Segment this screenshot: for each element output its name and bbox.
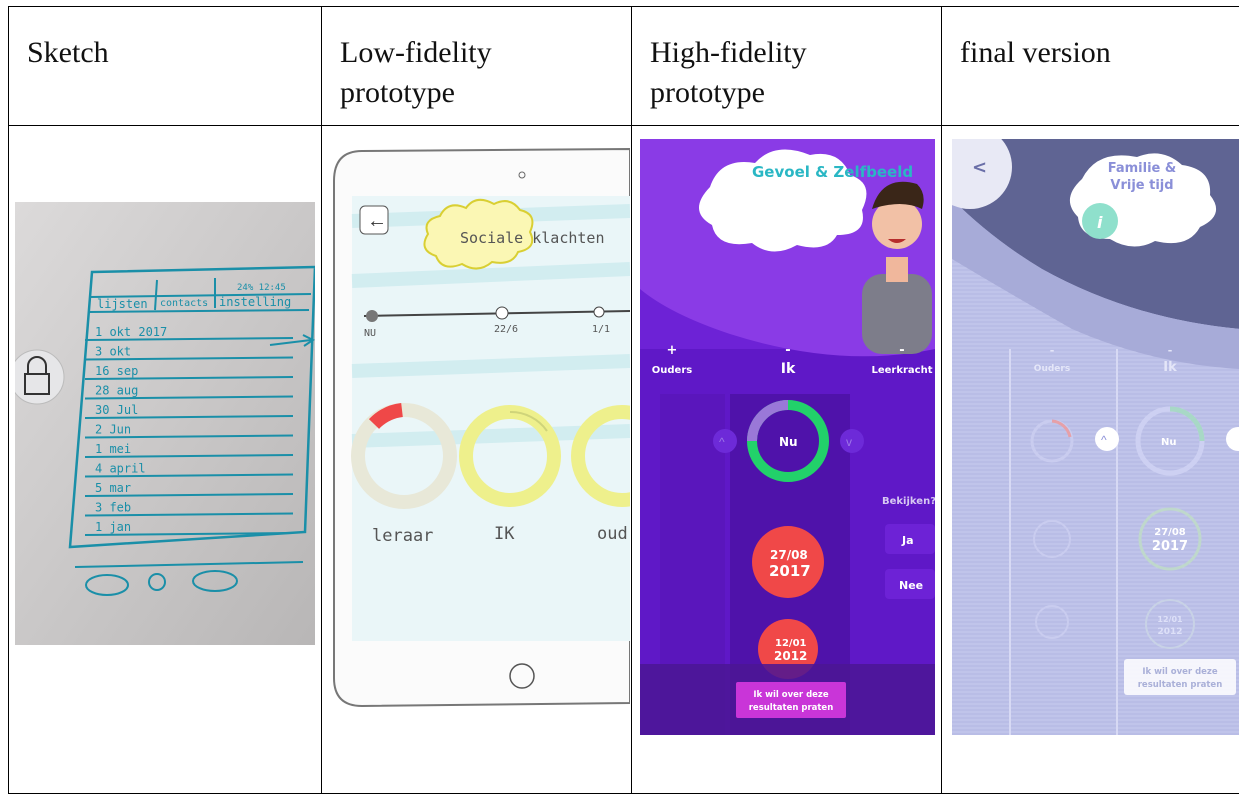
hifi-column-label: Ouders	[652, 365, 692, 376]
image-row: lijsten contacts instelling 24% 12:45 1 …	[9, 126, 1239, 794]
svg-text:resultaten praten: resultaten praten	[749, 703, 834, 713]
svg-text:resultaten praten: resultaten praten	[1138, 680, 1223, 690]
final-column-label: Ouders	[1034, 364, 1070, 374]
sketch-row-label: 2 Jun	[95, 423, 131, 437]
timeline-label: 22/6	[494, 324, 518, 335]
sketch-row-label: 1 okt 2017	[95, 325, 167, 339]
lofi-cell: ← Sociale klachten NU 22/6 1/1 leraar IK…	[322, 126, 632, 794]
sketch-row-label: 4 april	[95, 462, 146, 476]
svg-text:<: <	[972, 157, 987, 178]
sketch-row-label: 16 sep	[95, 364, 138, 378]
sketch-row-label: 3 feb	[95, 501, 131, 515]
svg-text:27/08: 27/08	[770, 548, 808, 562]
svg-text:2017: 2017	[769, 562, 811, 580]
lofi-title: Sociale klachten	[460, 229, 605, 247]
header-row: Sketch Low-fidelity prototype High-fidel…	[9, 7, 1239, 126]
up-chevron[interactable]	[1095, 427, 1119, 451]
timeline-label: 1/1	[592, 324, 610, 335]
sketch-tab: contacts	[160, 298, 208, 309]
svg-text:^: ^	[719, 435, 725, 449]
nu-label: Nu	[1161, 437, 1177, 448]
sketch-row-label: 30 Jul	[95, 403, 138, 417]
header-cell-final: final version	[942, 7, 1239, 126]
hifi-title-1: Gevoel & Zelfbeeld	[752, 163, 913, 181]
svg-text:12/01: 12/01	[1157, 615, 1183, 624]
sketch-tab: lijsten	[97, 297, 148, 311]
final-column-sign[interactable]: -	[1168, 344, 1173, 357]
column-header: Low-fidelity prototype	[322, 7, 631, 113]
donut-label: oud	[597, 524, 628, 544]
final-screen: < Familie & Vrije tijd i - Ouders - Ik ^ Nu	[952, 139, 1239, 735]
svg-text:Ik wil over deze: Ik wil over deze	[1142, 667, 1218, 677]
timeline-label: NU	[364, 328, 376, 339]
header-cell-hifi: High-fidelity prototype	[632, 7, 942, 126]
svg-text:2017: 2017	[1152, 539, 1188, 554]
bekijken-label: Bekijken?	[882, 496, 935, 507]
final-column-sign[interactable]: -	[1050, 344, 1055, 357]
header-cell-lofi: Low-fidelity prototype	[322, 7, 632, 126]
sketch-row-label: 28 aug	[95, 384, 138, 398]
sketch-row-label: 1 jan	[95, 520, 131, 534]
final-title: Familie &	[1108, 161, 1177, 176]
hifi-column-sign[interactable]: +	[667, 343, 678, 358]
svg-text:Nee: Nee	[899, 579, 923, 592]
sketch-tab: instelling	[219, 295, 291, 309]
hifi-column-sign[interactable]: -	[785, 343, 790, 358]
hifi-column-label: Ik	[781, 361, 796, 377]
hifi-column-label: Leerkracht	[871, 365, 932, 376]
svg-text:v: v	[846, 435, 852, 449]
svg-text:24% 12:45: 24% 12:45	[237, 283, 286, 293]
column-header: Sketch	[9, 7, 321, 73]
svg-text:27/08: 27/08	[1154, 527, 1186, 538]
sketch-row-label: 3 okt	[95, 345, 131, 359]
up-chevron	[713, 429, 737, 453]
nu-label: Nu	[779, 435, 798, 449]
svg-text:Ja: Ja	[901, 534, 914, 547]
donut-label: IK	[494, 524, 515, 544]
sketch-row-label: 1 mei	[95, 442, 131, 456]
sketch-row-label: 5 mar	[95, 481, 131, 495]
svg-text:^: ^	[1101, 433, 1107, 447]
svg-text:i: i	[1097, 213, 1103, 232]
lofi-photo: ← Sociale klachten NU 22/6 1/1 leraar IK…	[322, 141, 630, 721]
svg-text:Vrije tijd: Vrije tijd	[1110, 178, 1173, 193]
svg-text:Ik wil over deze: Ik wil over deze	[753, 690, 829, 700]
header-cell-sketch: Sketch	[9, 7, 322, 126]
hifi-cell: Gevoel & Zelfbeeld + Ouders - Ik - Leerkracht…	[632, 126, 942, 794]
svg-text:2012: 2012	[1157, 627, 1182, 637]
svg-text:2012: 2012	[774, 649, 807, 663]
final-column-label: Ik	[1163, 360, 1177, 375]
donut-label: leraar	[372, 526, 433, 546]
svg-text:←: ←	[367, 210, 387, 232]
svg-text:12/01: 12/01	[775, 638, 807, 649]
sketch-cell: lijsten contacts instelling 24% 12:45 1 …	[9, 126, 322, 794]
hifi-screen: Gevoel & Zelfbeeld + Ouders - Ik - Leerkracht…	[640, 139, 935, 735]
column-header: final version	[942, 7, 1239, 73]
sketch-photo: lijsten contacts instelling 24% 12:45 1 …	[15, 202, 315, 645]
down-chevron	[840, 429, 864, 453]
final-cell: < Familie & Vrije tijd i - Ouders - Ik ^ Nu	[942, 126, 1239, 794]
comparison-table: Sketch Low-fidelity prototype High-fidel…	[8, 6, 1239, 794]
column-header: High-fidelity prototype	[632, 7, 941, 113]
hifi-column-sign[interactable]: -	[899, 343, 904, 358]
